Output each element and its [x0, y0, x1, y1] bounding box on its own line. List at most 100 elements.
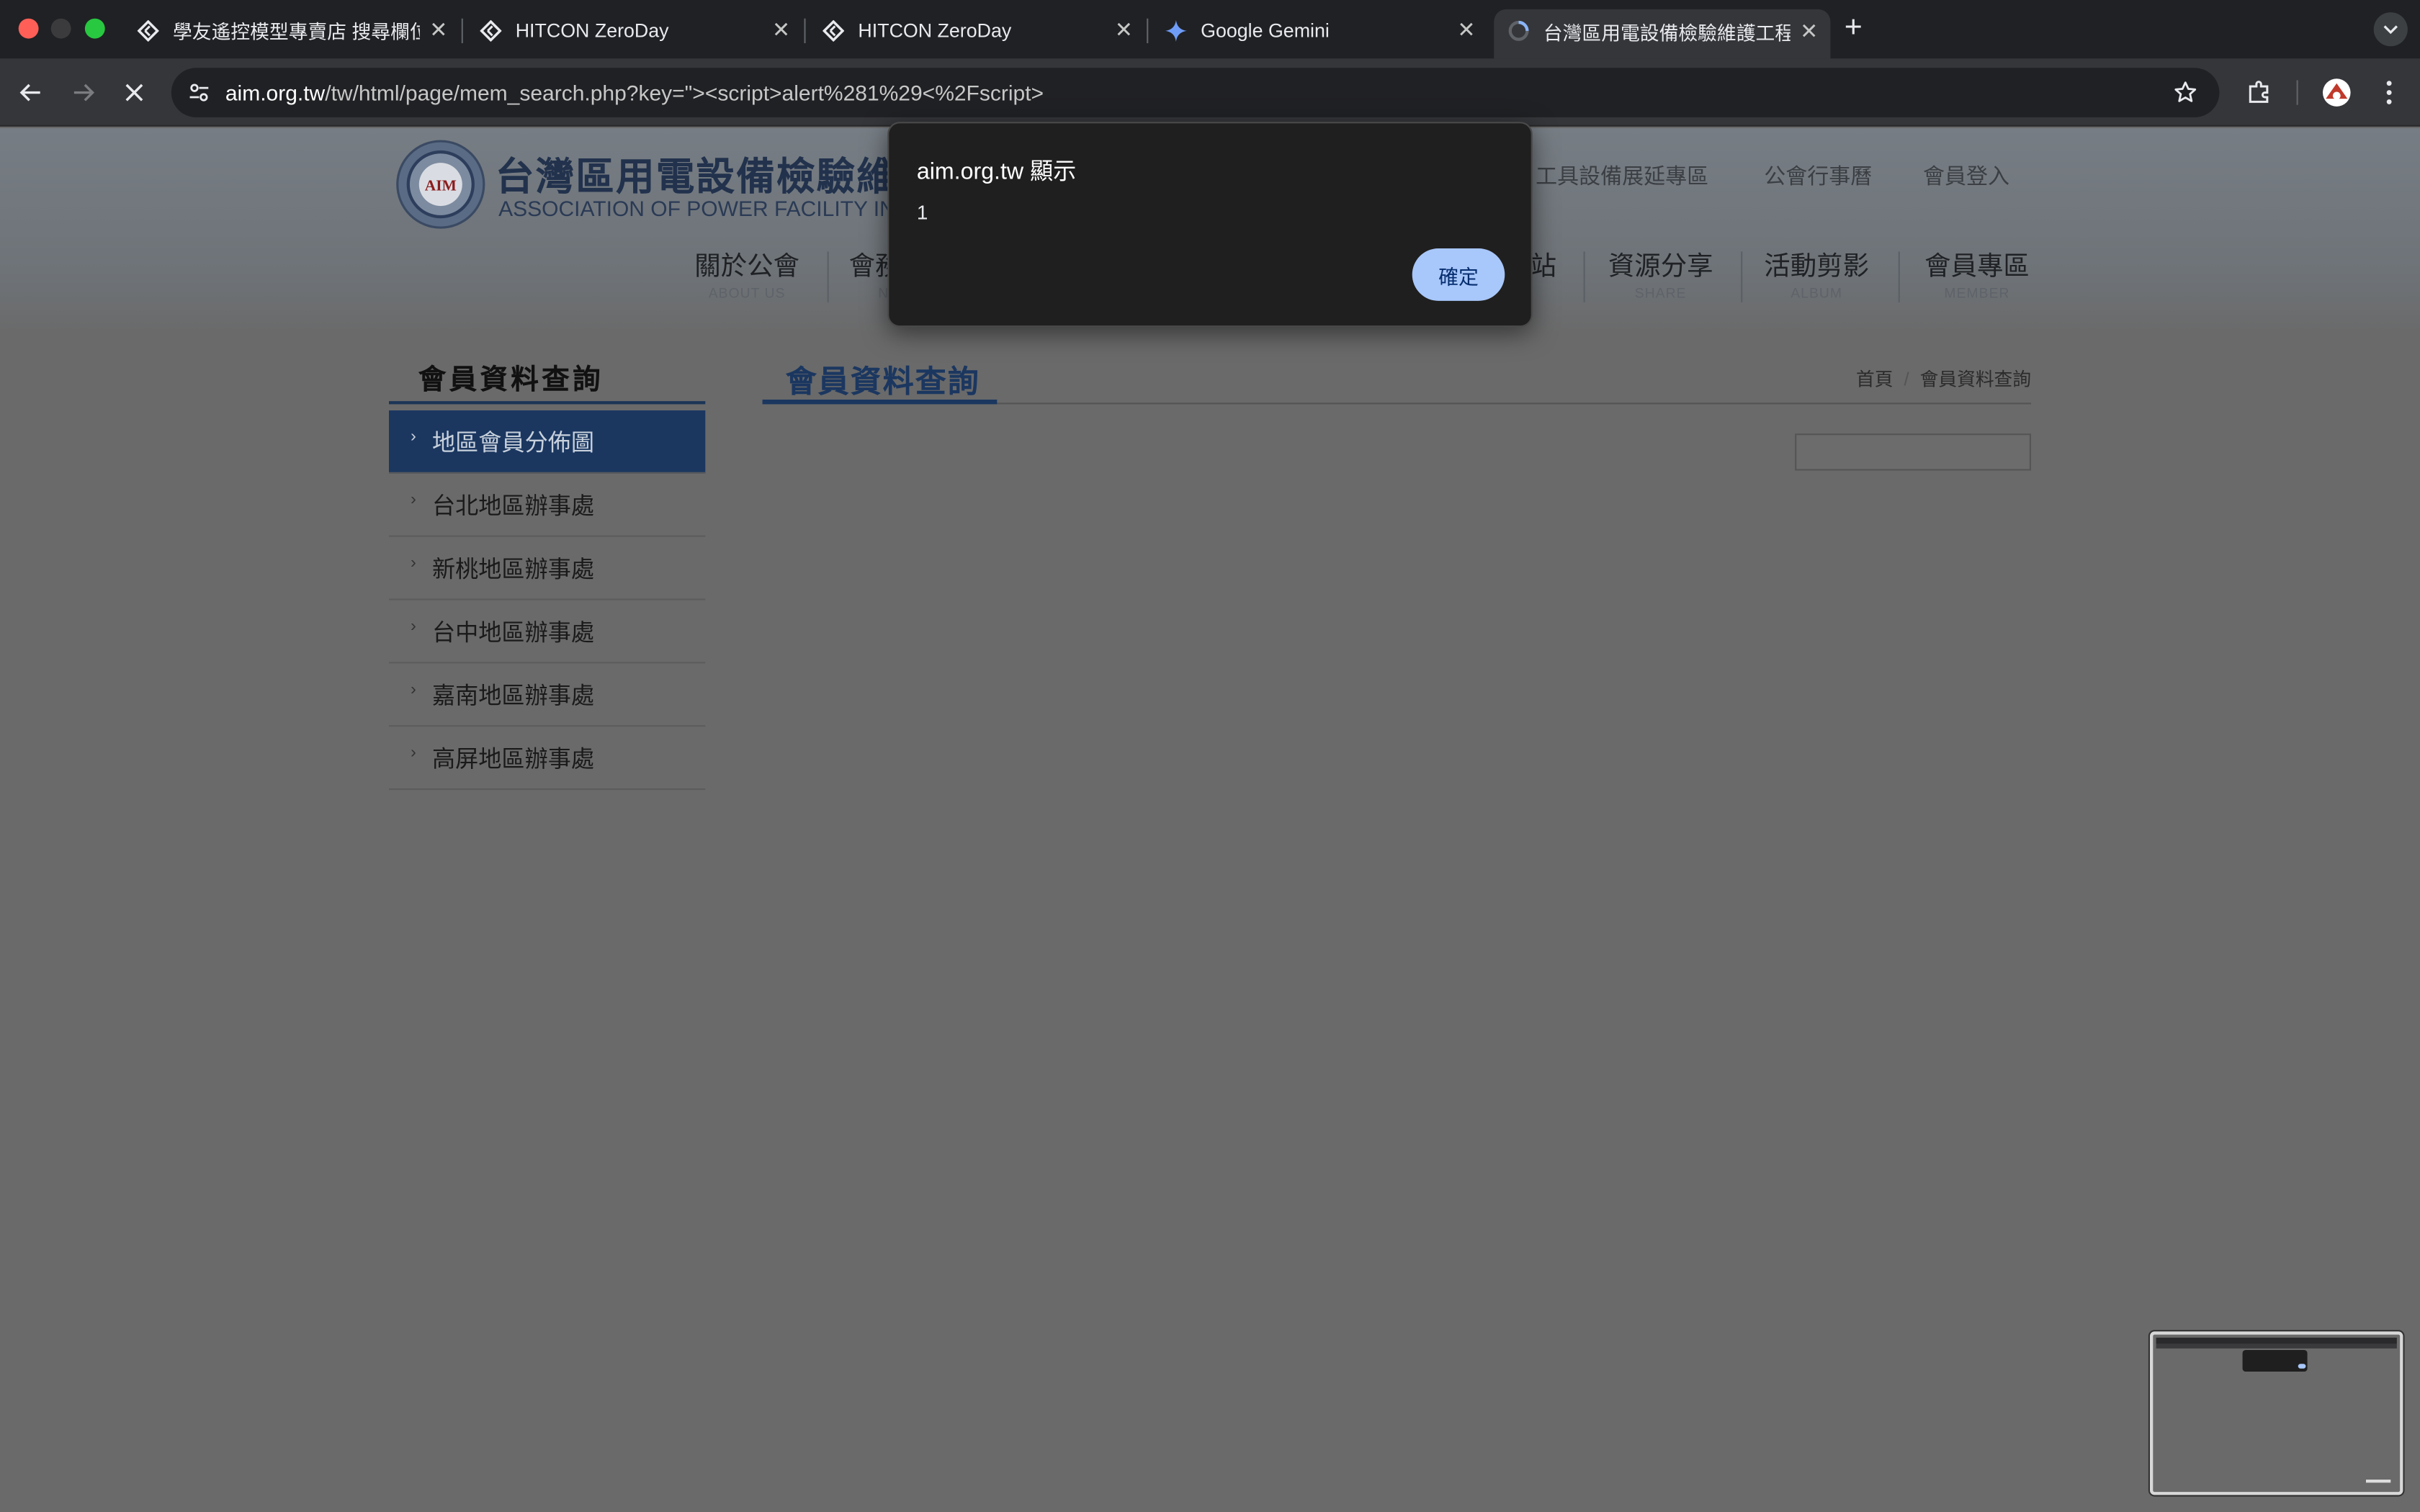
bookmark-star-icon[interactable]	[2170, 77, 2201, 108]
thumbnail-toolbar	[2156, 1344, 2397, 1349]
browser-tab[interactable]: HITCON ZeroDay ✕	[809, 9, 1145, 51]
aim-logo[interactable]: AIM	[395, 139, 486, 230]
tab-title: HITCON ZeroDay	[858, 19, 1012, 41]
tab-title: 台灣區用電設備檢驗維護工程工	[1543, 22, 1791, 45]
breadcrumb-divider: /	[1904, 369, 1909, 391]
nav-member[interactable]: 會員專區 MEMBER	[1923, 244, 2031, 301]
extensions-puzzle-icon[interactable]	[2241, 74, 2277, 111]
nav-divider	[827, 251, 829, 302]
tab-divider	[461, 18, 463, 43]
chevron-right-icon: ›	[411, 680, 416, 699]
thumbnail-indicator	[2366, 1480, 2391, 1483]
chevron-down-icon	[2383, 25, 2398, 35]
more-menu-icon[interactable]	[2370, 74, 2407, 111]
alert-ok-button[interactable]: 確定	[1412, 248, 1505, 301]
window-minimize-button[interactable]	[50, 18, 71, 39]
url-path: /tw/html/page/mem_search.php?key="><scri…	[325, 80, 1044, 105]
web-page-dimmed: AIM 台灣區用電設備檢驗維 ASSOCIATION OF POWER FACI…	[0, 127, 2420, 1512]
tab-title: HITCON ZeroDay	[515, 19, 669, 41]
sidebar-item-taipei[interactable]: › 台北地區辦事處	[389, 474, 706, 537]
arrow-left-icon	[19, 84, 40, 102]
site-name-english: ASSOCIATION OF POWER FACILITY INSPI	[498, 196, 931, 221]
tab-close-icon[interactable]: ✕	[429, 17, 447, 43]
alert-dialog: aim.org.tw 顯示 1 確定	[887, 122, 1533, 328]
nav-sublabel: ABOUT US	[708, 285, 786, 301]
nav-divider	[1898, 251, 1900, 302]
nav-divider	[1583, 251, 1585, 302]
thumbnail-dialog	[2242, 1350, 2308, 1372]
chevron-right-icon: ›	[411, 743, 416, 762]
browser-tab[interactable]: HITCON ZeroDay ✕	[466, 9, 802, 51]
thumbnail-dialog-button	[2298, 1364, 2306, 1369]
tab-search-button[interactable]	[2373, 12, 2408, 47]
browser-tab-active[interactable]: 台灣區用電設備檢驗維護工程工 ✕	[1494, 9, 1831, 59]
breadcrumb-current: 會員資料查詢	[1919, 369, 2031, 391]
nav-sublabel: SHARE	[1634, 285, 1687, 301]
sidebar-item-label: 台北地區辦事處	[432, 492, 595, 520]
browser-toolbar: aim.org.tw/tw/html/page/mem_search.php?k…	[0, 58, 2420, 127]
close-icon	[125, 84, 143, 102]
forward-button[interactable]	[65, 74, 102, 111]
tab-close-icon[interactable]: ✕	[1457, 17, 1475, 43]
chevron-right-icon: ›	[411, 617, 416, 636]
nav-label: 會員專區	[1924, 251, 2030, 281]
page-title: 會員資料查詢	[785, 365, 980, 400]
nav-album[interactable]: 活動剪影 ALBUM	[1762, 244, 1870, 301]
stop-loading-button[interactable]	[116, 74, 153, 111]
tab-title: Google Gemini	[1201, 19, 1330, 41]
hitcon-icon	[136, 18, 161, 42]
chevron-right-icon: ›	[411, 554, 416, 572]
nav-divider	[1741, 251, 1743, 302]
nav-about[interactable]: 關於公會 ABOUT US	[693, 244, 801, 301]
window-close-button[interactable]	[18, 18, 39, 39]
chevron-right-icon: ›	[411, 427, 416, 446]
breadcrumb: 首頁 / 會員資料查詢	[1856, 366, 2031, 392]
hitcon-icon	[478, 18, 503, 42]
toplink-calendar[interactable]: 公會行事曆	[1764, 161, 1872, 192]
toolbar-divider	[2296, 80, 2298, 105]
sidebar-item-label: 台中地區辦事處	[432, 619, 595, 646]
sidebar-item-label: 高屏地區辦事處	[432, 746, 595, 773]
alert-dialog-message: 1	[916, 200, 928, 224]
member-search-input[interactable]	[1795, 433, 2031, 471]
sidebar-item-taichung[interactable]: › 台中地區辦事處	[389, 600, 706, 664]
sidebar-item-jianan[interactable]: › 嘉南地區辦事處	[389, 663, 706, 727]
page-title-underline	[762, 400, 998, 405]
screen: 學友遙控模型專賣店 搜尋欄位 > ✕ HITCON ZeroDay ✕ HITC…	[0, 0, 2420, 1512]
browser-tab-bar: 學友遙控模型專賣店 搜尋欄位 > ✕ HITCON ZeroDay ✕ HITC…	[0, 0, 2420, 59]
breadcrumb-home[interactable]: 首頁	[1856, 369, 1893, 390]
nav-share[interactable]: 資源分享 SHARE	[1607, 244, 1715, 301]
sidebar-item-gaoping[interactable]: › 高屏地區辦事處	[389, 726, 706, 791]
thumbnail-tabbar	[2156, 1337, 2397, 1344]
sidebar-title: 會員資料查詢	[418, 364, 604, 395]
arrow-right-icon	[73, 84, 94, 102]
tab-preview-thumbnail[interactable]	[2150, 1331, 2403, 1495]
browser-tab[interactable]: Google Gemini ✕	[1152, 9, 1488, 51]
logo-badge-text: AIM	[425, 177, 457, 194]
url-text: aim.org.tw/tw/html/page/mem_search.php?k…	[225, 80, 1044, 104]
browser-tab[interactable]: 學友遙控模型專賣店 搜尋欄位 > ✕	[123, 9, 460, 51]
site-settings-icon[interactable]	[177, 71, 220, 114]
nav-label: 關於公會	[694, 251, 799, 281]
tab-close-icon[interactable]: ✕	[1115, 17, 1133, 43]
url-host: aim.org.tw	[225, 80, 326, 105]
back-button[interactable]	[12, 74, 49, 111]
alert-dialog-title: aim.org.tw 顯示	[916, 158, 1077, 186]
toplink-member-login[interactable]: 會員登入	[1923, 161, 2009, 192]
sidebar-item-xintao[interactable]: › 新桃地區辦事處	[389, 537, 706, 600]
tab-divider	[1147, 18, 1149, 43]
tab-divider	[804, 18, 806, 43]
sidebar-item-member-map[interactable]: › 地區會員分佈圖	[389, 410, 706, 474]
sidebar-item-label: 地區會員分佈圖	[432, 429, 595, 456]
new-tab-button[interactable]: +	[1845, 12, 1863, 43]
tab-title: 學友遙控模型專賣店 搜尋欄位 >	[173, 22, 421, 43]
gemini-icon	[1164, 18, 1188, 42]
toplink-equipment-extension[interactable]: 工具設備展延專區	[1536, 161, 1708, 192]
nav-label: 資源分享	[1608, 251, 1713, 281]
profile-avatar[interactable]	[2318, 74, 2355, 111]
tab-close-icon[interactable]: ✕	[772, 17, 790, 43]
address-bar[interactable]: aim.org.tw/tw/html/page/mem_search.php?k…	[171, 68, 2220, 117]
window-maximize-button[interactable]	[84, 18, 105, 39]
nav-sublabel: ALBUM	[1791, 285, 1843, 301]
tab-close-icon[interactable]: ✕	[1800, 18, 1818, 44]
